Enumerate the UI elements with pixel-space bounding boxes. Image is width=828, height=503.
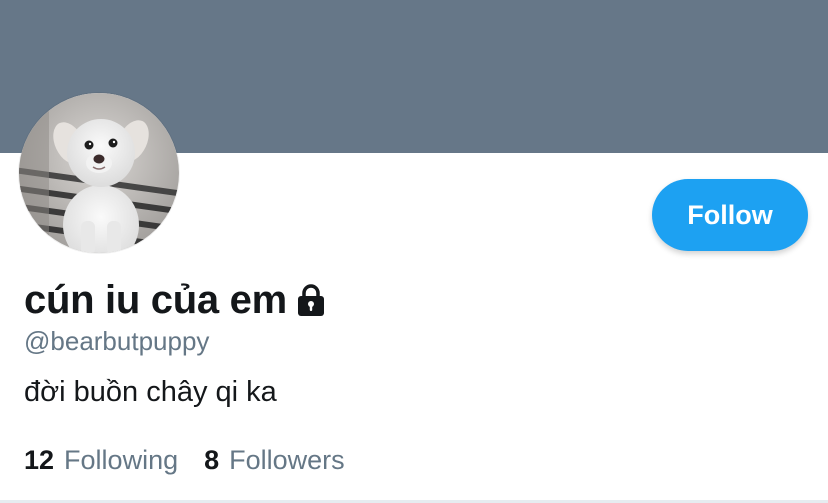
user-bio: đời buồn chây qi ka xyxy=(24,376,277,408)
profile-page: Follow cún iu của em @bearbutpuppy đời b… xyxy=(0,0,828,503)
following-count: 12 xyxy=(24,445,55,475)
following-label: Following xyxy=(64,445,179,475)
name-row: cún iu của em xyxy=(24,276,327,324)
following-stat[interactable]: 12 Following xyxy=(24,445,178,476)
puppy-photo xyxy=(19,93,179,253)
profile-stats: 12 Following 8 Followers xyxy=(24,445,371,476)
lock-icon xyxy=(295,283,327,317)
user-handle: @bearbutpuppy xyxy=(24,326,210,356)
followers-count: 8 xyxy=(204,445,220,475)
follow-button[interactable]: Follow xyxy=(652,179,808,251)
followers-label: Followers xyxy=(229,445,345,475)
display-name: cún iu của em xyxy=(24,277,287,322)
followers-stat[interactable]: 8 Followers xyxy=(204,445,345,476)
profile-avatar[interactable] xyxy=(19,93,179,253)
